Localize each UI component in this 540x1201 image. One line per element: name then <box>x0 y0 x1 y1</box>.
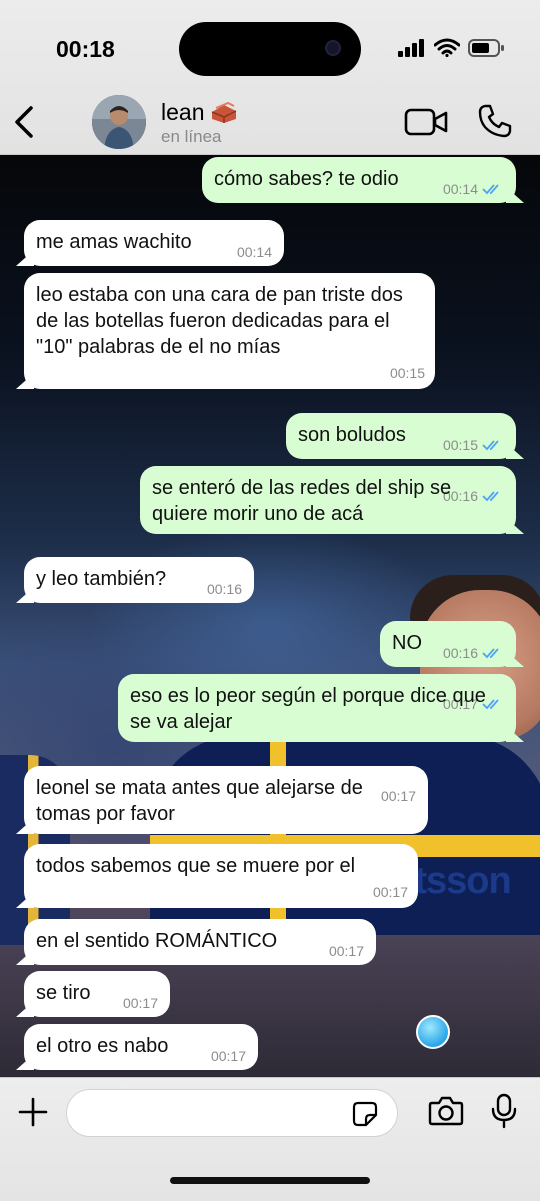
message-time: 00:16 <box>206 581 242 597</box>
microphone-icon[interactable] <box>490 1093 518 1129</box>
message-text: se enteró de las redes del ship se quier… <box>152 477 452 525</box>
message-meta: 00:15 <box>36 360 425 386</box>
message-time: 00:14 <box>236 244 272 260</box>
message-text: cómo sabes? te odio <box>214 168 399 190</box>
plus-icon[interactable] <box>18 1097 48 1127</box>
message-incoming[interactable]: y leo también? 00:16 <box>24 557 254 603</box>
message-text: en el sentido ROMÁNTICO <box>36 930 278 952</box>
sticker-icon[interactable] <box>352 1101 378 1127</box>
read-ticks-icon <box>482 648 499 659</box>
message-time: 00:17 <box>210 1048 246 1064</box>
back-chevron-icon[interactable] <box>12 104 36 140</box>
wifi-icon <box>434 38 460 57</box>
message-outgoing[interactable]: NO 00:16 <box>380 621 516 667</box>
contact-status: en línea <box>161 127 222 146</box>
message-text: se tiro <box>36 982 91 1004</box>
message-meta: 00:14 <box>237 239 272 265</box>
message-meta: 00:14 <box>443 176 504 202</box>
message-meta: 00:15 <box>443 432 504 458</box>
front-camera-icon <box>325 40 341 56</box>
message-time: 00:16 <box>442 645 478 661</box>
message-incoming[interactable]: se tiro 00:17 <box>24 971 170 1017</box>
battery-icon <box>468 38 504 57</box>
message-incoming[interactable]: el otro es nabo 00:17 <box>24 1024 258 1070</box>
message-text: NO <box>392 632 422 654</box>
home-indicator[interactable] <box>170 1177 370 1184</box>
contact-name[interactable]: lean <box>161 99 238 126</box>
meta-ai-icon[interactable] <box>416 1015 450 1049</box>
read-ticks-icon <box>482 184 499 195</box>
message-meta: 00:17 <box>123 990 158 1016</box>
message-text: eso es lo peor según el porque dice que … <box>130 685 486 733</box>
message-outgoing[interactable]: eso es lo peor según el porque dice que … <box>118 674 516 742</box>
message-time: 00:17 <box>372 884 408 900</box>
message-meta: 00:17 <box>211 1043 246 1069</box>
status-time: 00:18 <box>56 36 115 62</box>
read-ticks-icon <box>482 491 499 502</box>
message-meta: 00:16 <box>207 576 242 602</box>
contact-name-text: lean <box>161 99 205 125</box>
message-incoming[interactable]: leo estaba con una cara de pan triste do… <box>24 273 435 389</box>
brick-emoji-icon <box>212 101 237 123</box>
message-text: leonel se mata antes que alejarse de tom… <box>36 777 363 825</box>
message-time: 00:17 <box>380 788 416 804</box>
dynamic-island <box>179 22 361 76</box>
message-meta: 00:16 <box>443 640 504 666</box>
message-meta: 00:17 <box>329 938 364 964</box>
status-icons <box>398 38 504 57</box>
message-outgoing[interactable]: son boludos 00:15 <box>286 413 516 459</box>
message-incoming[interactable]: leonel se mata antes que alejarse de tom… <box>24 766 428 834</box>
message-meta: 00:17 <box>381 783 416 809</box>
video-call-icon[interactable] <box>404 108 448 136</box>
message-time: 00:15 <box>389 365 425 381</box>
message-text: el otro es nabo <box>36 1035 169 1057</box>
phone-call-icon[interactable] <box>478 104 512 138</box>
message-time: 00:14 <box>442 181 478 197</box>
camera-icon[interactable] <box>428 1095 464 1127</box>
message-time: 00:15 <box>442 437 478 453</box>
message-text: me amas wachito <box>36 231 192 253</box>
message-time: 00:17 <box>122 995 158 1011</box>
message-incoming[interactable]: en el sentido ROMÁNTICO 00:17 <box>24 919 376 965</box>
message-text: son boludos <box>298 424 406 446</box>
message-input[interactable] <box>66 1089 398 1137</box>
message-text: y leo también? <box>36 568 167 590</box>
message-meta: 00:16 <box>443 483 504 509</box>
message-text: todos sabemos que se muere por el <box>36 855 356 877</box>
message-outgoing[interactable]: cómo sabes? te odio 00:14 <box>202 157 516 203</box>
message-time: 00:17 <box>328 943 364 959</box>
message-outgoing[interactable]: se enteró de las redes del ship se quier… <box>140 466 516 534</box>
message-incoming[interactable]: todos sabemos que se muere por el 00:17 <box>24 844 418 908</box>
message-text: leo estaba con una cara de pan triste do… <box>36 284 403 358</box>
message-incoming[interactable]: me amas wachito 00:14 <box>24 220 284 266</box>
read-ticks-icon <box>482 440 499 451</box>
cellular-signal-icon <box>398 38 424 57</box>
message-meta: 00:17 <box>36 879 408 905</box>
contact-avatar[interactable] <box>92 95 146 149</box>
